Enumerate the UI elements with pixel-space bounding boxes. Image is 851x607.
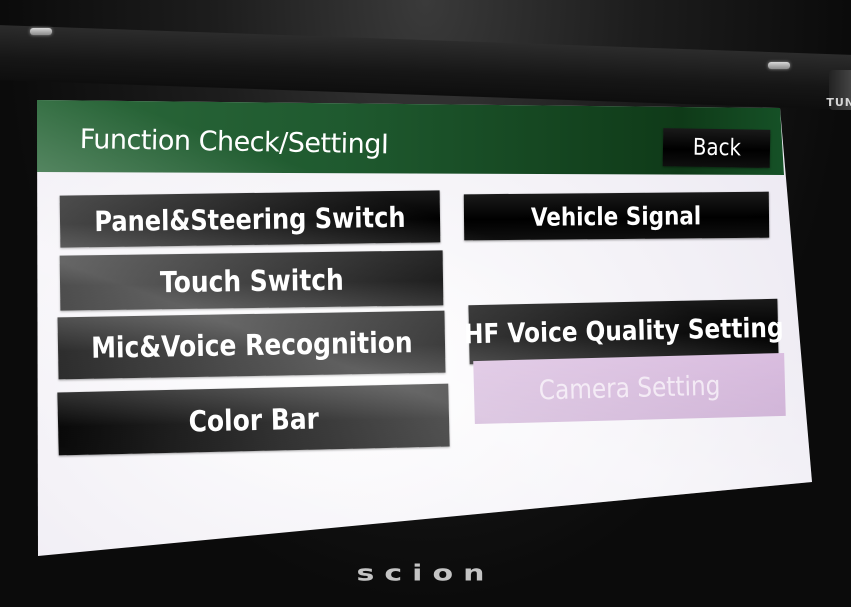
touch-switch-button[interactable]: Touch Switch	[59, 250, 444, 311]
page-title: Function Check/SettingⅠ	[79, 124, 389, 161]
indicator-light-left	[30, 28, 52, 35]
tune-label: TUN	[826, 96, 851, 109]
back-button-label: Back	[692, 134, 741, 162]
mic-voice-recognition-button[interactable]: Mic&Voice Recognition	[57, 310, 446, 380]
panel-steering-switch-button[interactable]: Panel&Steering Switch	[59, 190, 441, 248]
camera-setting-button: Camera Setting	[473, 352, 786, 425]
button-label: Vehicle Signal	[531, 200, 702, 232]
vehicle-signal-button[interactable]: Vehicle Signal	[463, 191, 770, 241]
button-label: Color Bar	[187, 401, 319, 438]
indicator-light-right	[768, 62, 790, 69]
bezel-top-ridge	[0, 25, 851, 110]
brand-logo: scion	[356, 560, 495, 587]
button-label: Panel&Steering Switch	[94, 200, 406, 238]
button-label: Camera Setting	[538, 370, 721, 407]
button-label: Touch Switch	[159, 262, 344, 299]
button-label: HF Voice Quality Setting	[463, 312, 784, 351]
button-label: Mic&Voice Recognition	[90, 325, 413, 365]
back-button[interactable]: Back	[662, 128, 771, 168]
color-bar-button[interactable]: Color Bar	[57, 383, 450, 456]
